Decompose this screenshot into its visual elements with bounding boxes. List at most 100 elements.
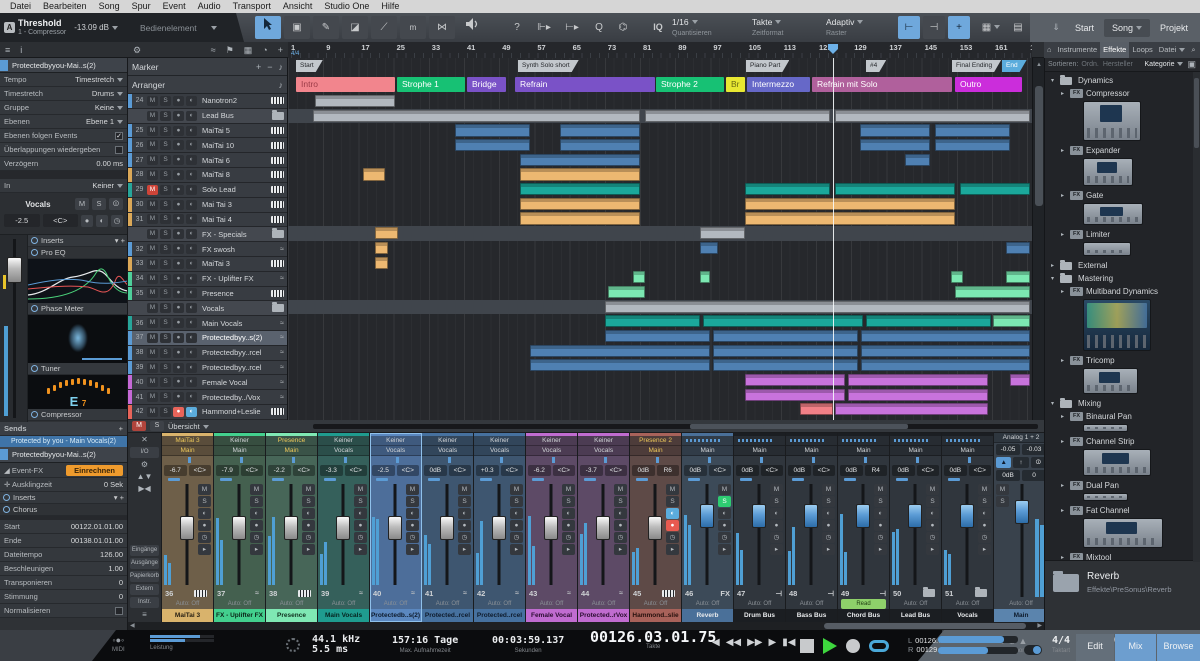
- tree-fx-limiter[interactable]: ▸ FX Limiter: [1045, 228, 1200, 241]
- fader-column[interactable]: [747, 482, 770, 587]
- plugin-thumbnail[interactable]: [1083, 449, 1151, 476]
- strip-automation-mode[interactable]: Auto: Off: [474, 599, 525, 609]
- view-mode-icon[interactable]: ▣: [1186, 59, 1197, 70]
- strip-gain-value[interactable]: -6.2: [528, 465, 551, 476]
- fader-column[interactable]: [435, 482, 458, 587]
- strip-gain-value[interactable]: -7.9: [216, 465, 239, 476]
- hamburger-icon[interactable]: ≡: [0, 45, 15, 55]
- marker-flag[interactable]: Piano Part: [746, 60, 789, 72]
- event-inserts-header[interactable]: Inserts ▾ +: [0, 492, 127, 504]
- strip-output-label[interactable]: Vocals: [370, 446, 422, 456]
- fader-column[interactable]: [227, 482, 250, 587]
- strip-insert-label[interactable]: [838, 436, 890, 446]
- main-name[interactable]: Main: [994, 609, 1049, 622]
- remove-marker-icon[interactable]: −: [267, 62, 272, 72]
- strip-mute-button[interactable]: M: [458, 484, 472, 495]
- strip-pan-value[interactable]: <C>: [604, 465, 628, 476]
- insert-slot-proeq[interactable]: Pro EQ: [28, 247, 127, 259]
- strip-automation-mode[interactable]: Auto: Off: [942, 599, 993, 609]
- strip-name[interactable]: Reverb: [682, 609, 734, 622]
- strip-output-label[interactable]: Vocals: [422, 446, 474, 456]
- add-insert-icon[interactable]: ▾ +: [115, 236, 125, 245]
- strip-monitor-button[interactable]: ◐: [822, 508, 836, 519]
- strip-automation-button[interactable]: ◷: [250, 532, 264, 543]
- track-mute-button[interactable]: M: [147, 229, 158, 240]
- row-value[interactable]: 126.00: [100, 550, 123, 559]
- track-row[interactable]: 24 M S ● ◐ Nanotron2: [128, 94, 287, 109]
- fader-cap[interactable]: [595, 516, 610, 540]
- strip-automation-mode[interactable]: Auto: Off: [578, 599, 629, 609]
- strip-solo-button[interactable]: S: [718, 496, 732, 507]
- track-mute-button[interactable]: M: [147, 258, 158, 269]
- fader-cap[interactable]: [231, 516, 246, 540]
- inspector-row-ebenen[interactable]: Ebenen Ebene 1: [0, 115, 127, 129]
- arranger-section[interactable]: Intermezzo: [747, 77, 810, 92]
- phase-meter-header[interactable]: Phase Meter: [28, 303, 127, 315]
- track-solo-button[interactable]: S: [160, 214, 171, 225]
- strip-output-label[interactable]: Main: [162, 446, 214, 456]
- audio-clip[interactable]: [520, 153, 640, 166]
- mixer-channel-46[interactable]: Main 0dB <C> M S ◐ ● ◷ ▸ 46 FX Auto: Off Reverb: [682, 433, 735, 622]
- chevron-down-icon[interactable]: ▸: [1061, 231, 1067, 238]
- strip-name[interactable]: Female Vocal: [526, 609, 578, 622]
- track-row[interactable]: 32 M S ● ◐ FX swosh ≈: [128, 242, 287, 257]
- strip-monitor-button[interactable]: ◐: [666, 508, 680, 519]
- audio-clip[interactable]: [520, 168, 640, 181]
- strip-automation-mode[interactable]: Auto: Off: [890, 599, 941, 609]
- track-monitor-button[interactable]: ◐: [186, 318, 197, 329]
- strip-gain-value[interactable]: -2.2: [268, 465, 291, 476]
- row-value[interactable]: Timestretch: [75, 75, 123, 84]
- solo-button[interactable]: S: [92, 198, 106, 210]
- audio-clip[interactable]: [455, 124, 530, 137]
- mixer-bank-scrollbar[interactable]: [313, 424, 1038, 429]
- track-row[interactable]: M S ● ◐ FX - Specials: [128, 227, 287, 243]
- sort-category[interactable]: Kategorie: [1145, 61, 1184, 68]
- fader-cap[interactable]: [803, 504, 818, 528]
- strip-output-label[interactable]: Main: [786, 446, 838, 456]
- mixer-channel-43[interactable]: Keiner Vocals -6.2 <C> M S ◐ ● ◷ ▸ 43 ≈ Auto: Off Fem…: [526, 433, 579, 622]
- track-mute-button[interactable]: M: [147, 362, 158, 373]
- track-row[interactable]: 25 M S ● ◐ MaiTai 5: [128, 123, 287, 139]
- track-monitor-button[interactable]: ◐: [186, 169, 197, 180]
- audio-clip[interactable]: [745, 388, 845, 401]
- strip-automation-button[interactable]: ◷: [978, 532, 992, 543]
- strip-record-button[interactable]: ●: [250, 520, 264, 531]
- add-insert-icon[interactable]: ▾ +: [114, 493, 124, 502]
- track-row[interactable]: 28 M S ● ◐ MaiTai 8: [128, 168, 287, 183]
- main-automation-mode[interactable]: Auto: Off: [994, 599, 1048, 609]
- macro-db-value[interactable]: -13.09 dB: [74, 23, 118, 32]
- main-solo-button[interactable]: S: [996, 496, 1010, 507]
- audio-clip[interactable]: [605, 300, 1030, 313]
- track-monitor-button[interactable]: ◐: [186, 392, 197, 403]
- event-prop-dateitempo[interactable]: Dateitempo 126.00: [0, 548, 127, 562]
- chevron-down-icon[interactable]: ▾: [1051, 400, 1057, 407]
- audio-clip[interactable]: [860, 124, 930, 137]
- track-solo-button[interactable]: S: [160, 258, 171, 269]
- mixer-channel-40[interactable]: Keiner Vocals -2.5 <C> M S ◐ ● ◷ ▸ 40 ≈ Auto: Off Pro…: [370, 433, 423, 622]
- listen-tool-button[interactable]: [460, 16, 484, 39]
- fader-column[interactable]: [955, 482, 978, 587]
- checkbox[interactable]: ✓: [115, 131, 123, 140]
- marker-flag[interactable]: #4: [866, 60, 886, 72]
- strip-output-label[interactable]: Vocals: [526, 446, 578, 456]
- fader-column[interactable]: [591, 482, 614, 587]
- fader-cap[interactable]: [647, 516, 662, 540]
- tree-fx-dual-pan[interactable]: ▸ FX Dual Pan: [1045, 479, 1200, 492]
- timeformat-dropdown[interactable]: Takte Zeitformat: [752, 15, 822, 40]
- mixer-channel-44[interactable]: Keiner Vocals -3.7 <C> M S ◐ ● ◷ ▸ 44 ≈ Auto: Off Pro…: [578, 433, 631, 622]
- strip-solo-button[interactable]: S: [458, 496, 472, 507]
- download-icon[interactable]: ⇓: [1047, 22, 1065, 33]
- rewind-button[interactable]: ◀◀: [726, 637, 741, 648]
- chevron-down-icon[interactable]: ▸: [1061, 192, 1067, 199]
- audio-clip[interactable]: [960, 183, 1030, 196]
- track-solo-button[interactable]: S: [160, 273, 171, 284]
- strip-output-label[interactable]: Main: [630, 446, 682, 456]
- track-monitor-button[interactable]: ◐: [186, 258, 197, 269]
- strip-insert-label[interactable]: [682, 436, 734, 446]
- menu-item-transport[interactable]: Transport: [227, 0, 277, 13]
- power-icon[interactable]: [3, 506, 10, 513]
- tree-fx-binaural-pan[interactable]: ▸ FX Binaural Pan: [1045, 410, 1200, 423]
- strip-play-button[interactable]: ▸: [250, 544, 264, 555]
- music-note-icon[interactable]: ♪: [279, 62, 284, 72]
- fader-cap[interactable]: [387, 516, 402, 540]
